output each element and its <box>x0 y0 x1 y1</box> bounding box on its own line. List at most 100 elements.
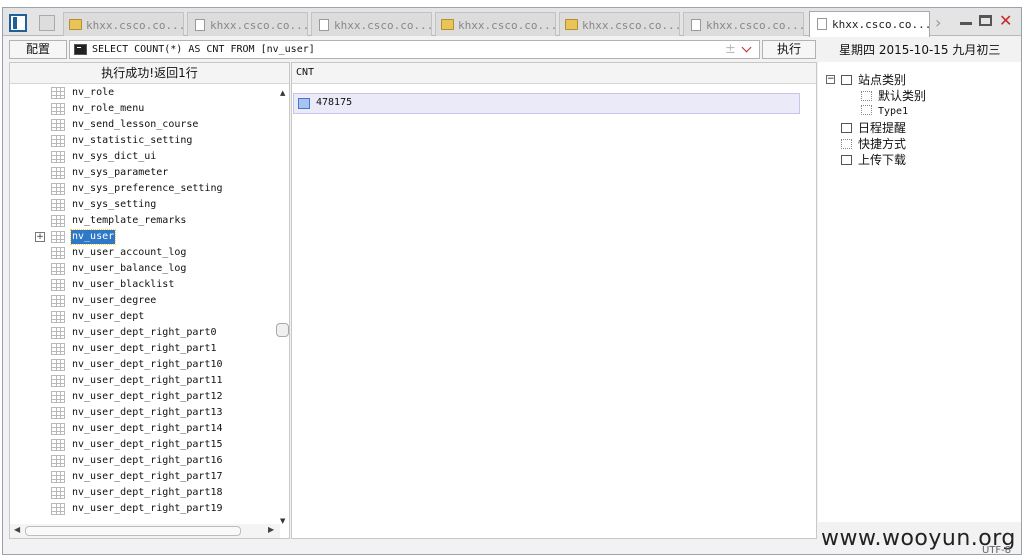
table-icon <box>51 487 65 499</box>
table-name: nv_user_dept_right_part10 <box>72 359 223 370</box>
table-row[interactable]: nv_user_dept_right_part18 <box>10 485 280 501</box>
table-name: nv_user_blacklist <box>72 279 175 290</box>
table-name: nv_user_dept_right_part18 <box>72 487 223 498</box>
tab-label: khxx.csco.co... <box>582 19 680 32</box>
tab-7-active[interactable]: khxx.csco.co... <box>809 11 930 37</box>
add-icon[interactable]: ± <box>725 40 736 59</box>
scroll-left-icon[interactable]: ◀ <box>14 525 20 534</box>
cell-icon <box>298 98 310 109</box>
table-row[interactable]: nv_user_dept_right_part13 <box>10 405 280 421</box>
tab-label: khxx.csco.co... <box>86 19 184 32</box>
table-icon <box>51 311 65 323</box>
table-row[interactable]: nv_user_blacklist <box>10 277 280 293</box>
sql-input[interactable]: SELECT COUNT(*) AS CNT FROM [nv_user] <box>69 40 760 59</box>
blank-tab-icon[interactable] <box>39 15 55 31</box>
tab-5[interactable]: khxx.csco.co... <box>559 12 680 36</box>
table-row[interactable]: nv_role_menu <box>10 101 280 117</box>
table-row[interactable]: nv_sys_preference_setting <box>10 181 280 197</box>
config-button[interactable]: 配置 <box>9 40 67 59</box>
minimize-icon[interactable] <box>960 22 972 25</box>
table-row[interactable]: nv_sys_dict_ui <box>10 149 280 165</box>
encoding-label: UTF-8 <box>982 545 1012 556</box>
page-icon <box>817 18 827 30</box>
table-row[interactable]: nv_user_dept <box>10 309 280 325</box>
table-row[interactable]: nv_user_dept_right_part11 <box>10 373 280 389</box>
table-row[interactable]: nv_user_dept_right_part19 <box>10 501 280 515</box>
table-icon <box>51 167 65 179</box>
site-tree: − 站点类别 默认类别 Type1 日程提醒 快捷方式 上传下载 <box>818 62 1021 522</box>
page-icon <box>195 19 205 31</box>
table-row[interactable]: nv_user_degree <box>10 293 280 309</box>
table-icon <box>51 471 65 483</box>
table-row[interactable]: nv_user_dept_right_part14 <box>10 421 280 437</box>
expand-icon[interactable]: + <box>35 232 45 242</box>
table-icon <box>51 503 65 515</box>
table-row[interactable]: + nv_user <box>10 229 280 245</box>
folder-icon <box>441 19 454 30</box>
tab-4[interactable]: khxx.csco.co... <box>435 12 556 36</box>
tab-label: khxx.csco.co... <box>334 19 432 32</box>
tab-1[interactable]: khxx.csco.co... <box>63 12 184 36</box>
status-header: 执行成功!返回1行 <box>10 63 289 84</box>
table-name: nv_sys_dict_ui <box>72 151 157 162</box>
table-row[interactable]: nv_send_lesson_course <box>10 117 280 133</box>
result-value: 478175 <box>316 97 353 108</box>
table-name: nv_user_dept_right_part17 <box>72 471 223 482</box>
table-icon <box>51 231 65 243</box>
category-icon <box>841 75 852 85</box>
table-icon <box>51 375 65 387</box>
table-icon <box>51 247 65 259</box>
column-header[interactable]: CNT <box>296 67 314 78</box>
scroll-thumb[interactable] <box>25 526 241 536</box>
table-name: nv_user_dept_right_part13 <box>72 407 223 418</box>
table-row[interactable]: nv_user_dept_right_part0 <box>10 325 280 341</box>
transfer-icon <box>841 155 852 165</box>
splitter-handle[interactable] <box>276 323 289 337</box>
maximize-icon[interactable] <box>979 15 992 26</box>
tree-item-shortcuts[interactable]: 快捷方式 <box>841 135 906 152</box>
table-icon <box>51 135 65 147</box>
table-row[interactable]: nv_user_dept_right_part1 <box>10 341 280 357</box>
scroll-right-icon[interactable]: ▶ <box>268 525 274 534</box>
folder-icon <box>69 19 82 30</box>
table-icon <box>51 423 65 435</box>
tree-item-schedule[interactable]: 日程提醒 <box>841 119 906 136</box>
horizontal-scrollbar[interactable]: ◀ ▶ <box>10 524 280 538</box>
table-row[interactable]: nv_statistic_setting <box>10 133 280 149</box>
tree-item-transfer[interactable]: 上传下载 <box>841 151 906 168</box>
close-icon[interactable]: ✕ <box>999 11 1012 30</box>
table-icon <box>51 359 65 371</box>
table-icon <box>51 407 65 419</box>
collapse-icon[interactable]: − <box>826 75 835 84</box>
tree-child-type1[interactable]: Type1 <box>861 103 908 117</box>
tree-child-default[interactable]: 默认类别 <box>861 87 926 104</box>
table-list[interactable]: nv_role nv_role_menu nv_send_lesson_course… <box>10 85 280 515</box>
run-button[interactable]: 执行 <box>762 40 816 59</box>
tab-6[interactable]: khxx.csco.co... <box>683 12 804 36</box>
tab-2[interactable]: khxx.csco.co... <box>187 12 308 36</box>
table-row[interactable]: nv_role <box>10 85 280 101</box>
table-name: nv_user_dept_right_part0 <box>72 327 217 338</box>
table-row[interactable]: nv_user_dept_right_part17 <box>10 469 280 485</box>
scroll-down-icon[interactable]: ▼ <box>280 517 285 525</box>
result-row[interactable]: 478175 <box>293 93 800 114</box>
table-name: nv_user_dept_right_part12 <box>72 391 223 402</box>
table-row[interactable]: nv_user_dept_right_part10 <box>10 357 280 373</box>
table-row[interactable]: nv_template_remarks <box>10 213 280 229</box>
table-row[interactable]: nv_user_dept_right_part12 <box>10 389 280 405</box>
table-row[interactable]: nv_user_dept_right_part15 <box>10 437 280 453</box>
table-row[interactable]: nv_sys_parameter <box>10 165 280 181</box>
tab-scroll-right-icon[interactable]: › <box>935 13 941 32</box>
scroll-up-icon[interactable]: ▲ <box>280 89 285 97</box>
tab-3[interactable]: khxx.csco.co... <box>311 12 432 36</box>
table-row[interactable]: nv_sys_setting <box>10 197 280 213</box>
table-row[interactable]: nv_user_balance_log <box>10 261 280 277</box>
table-icon <box>51 263 65 275</box>
tree-root[interactable]: 站点类别 <box>841 71 906 88</box>
clock-icon <box>841 123 852 133</box>
table-icon <box>51 215 65 227</box>
table-row[interactable]: nv_user_account_log <box>10 245 280 261</box>
table-row[interactable]: nv_user_dept_right_part16 <box>10 453 280 469</box>
table-name: nv_send_lesson_course <box>72 119 199 130</box>
sidebar-toggle-icon[interactable] <box>9 14 27 32</box>
